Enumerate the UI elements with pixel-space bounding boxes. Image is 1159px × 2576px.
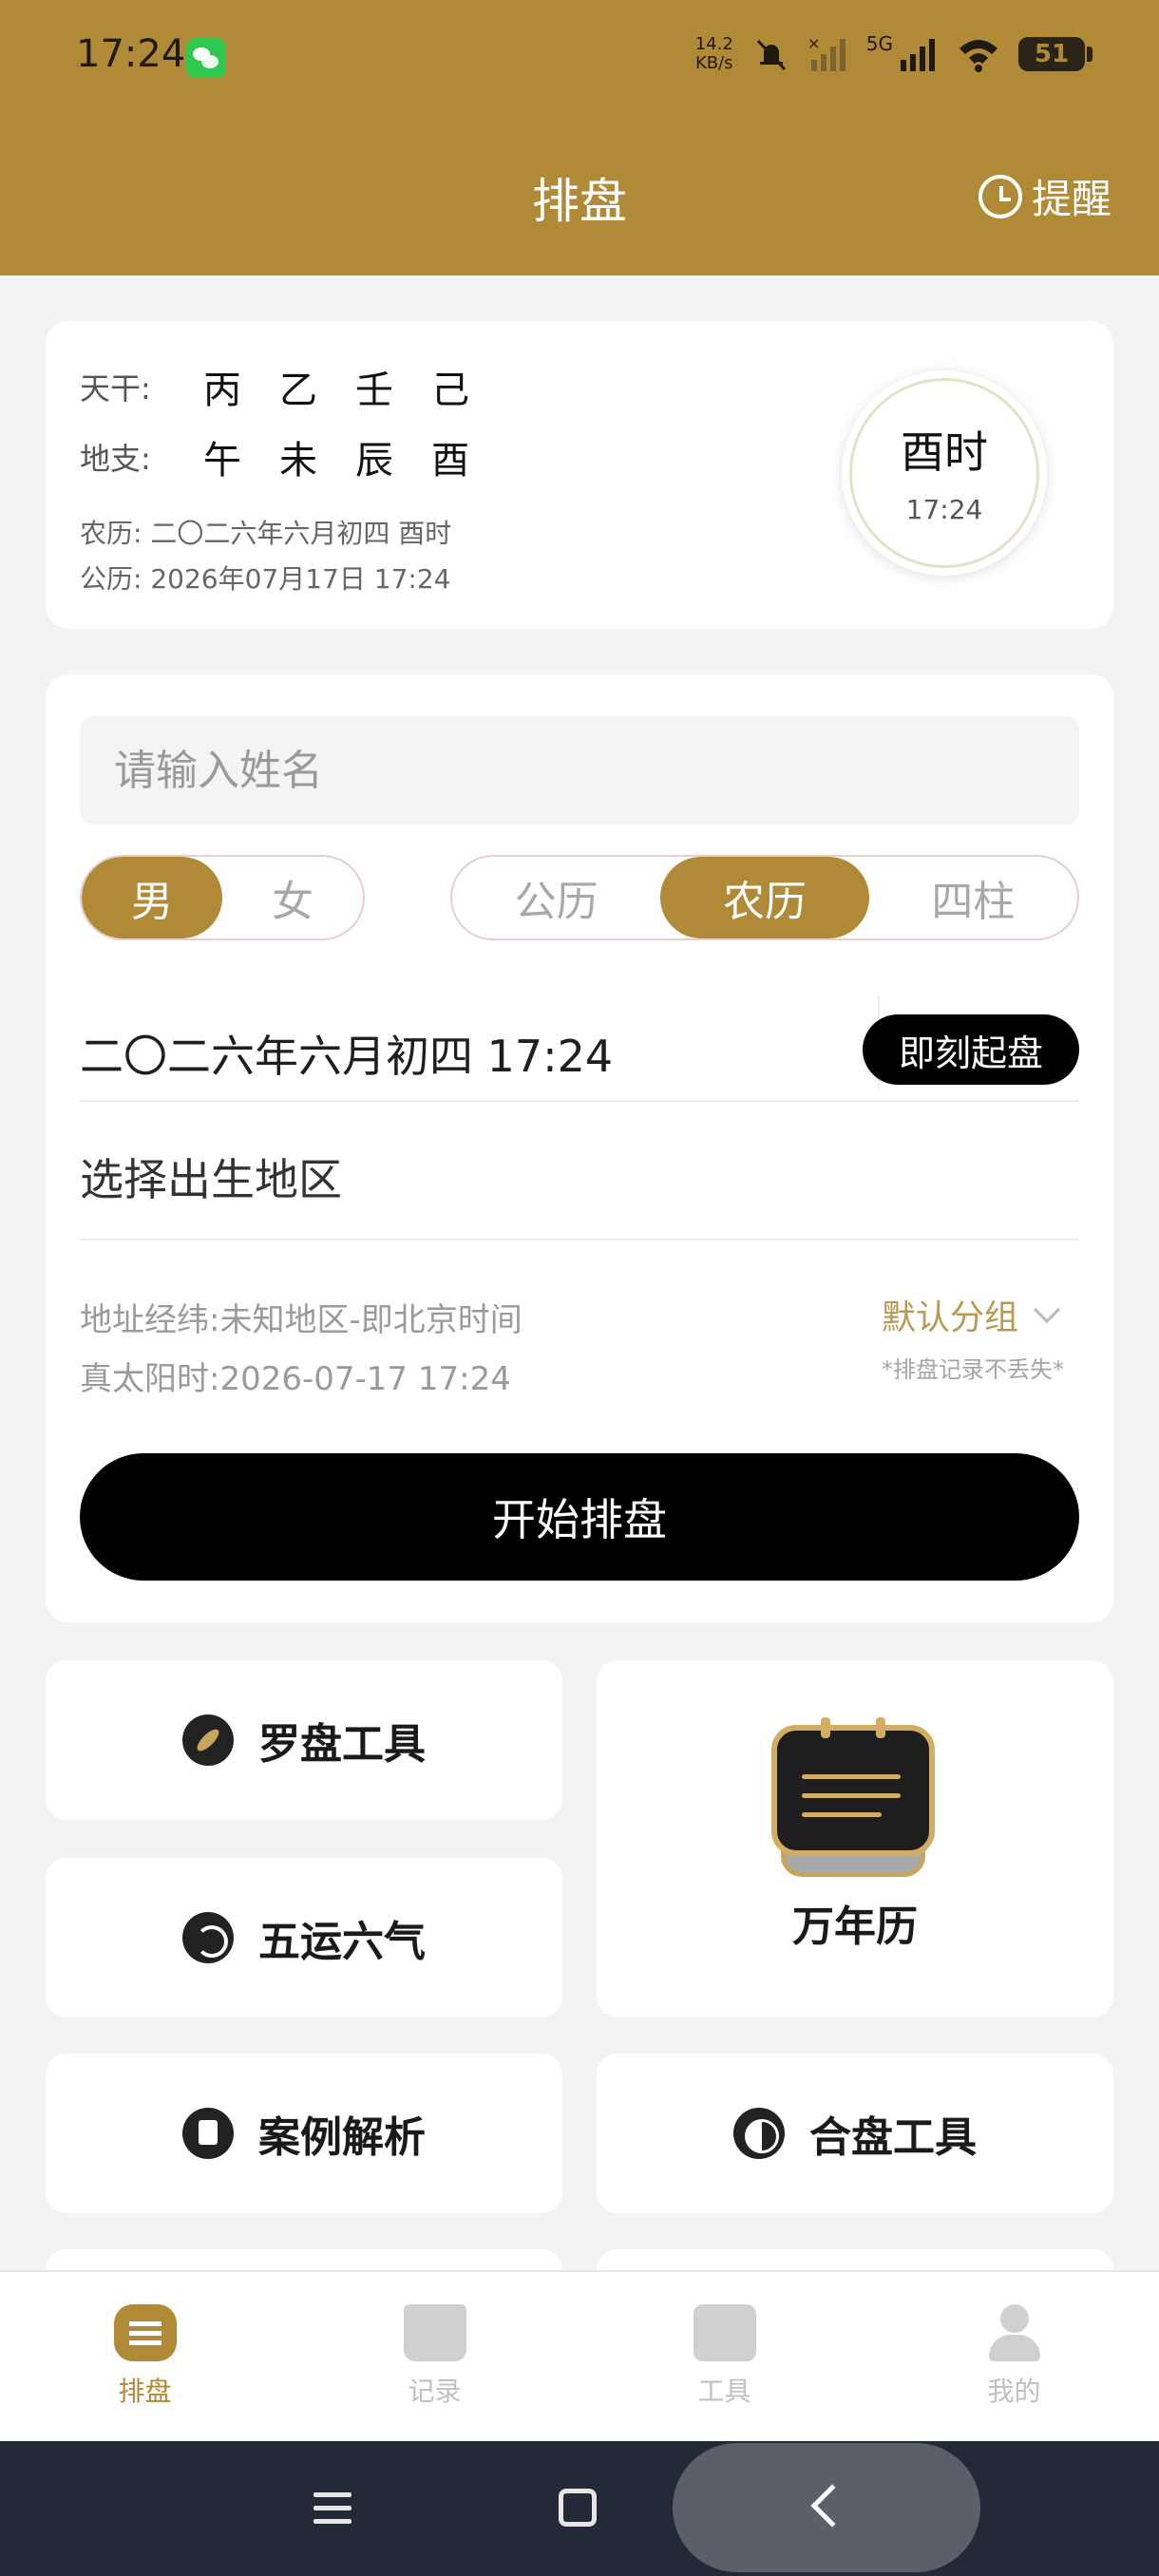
- person-icon: [983, 2304, 1046, 2361]
- gender-toggle: 男 女: [80, 855, 365, 940]
- compass-tool-card[interactable]: 罗盘工具: [46, 1660, 562, 1820]
- app-header: 17:24 14.2 KB/s × 5G 51 排盘 提醒: [0, 0, 1159, 275]
- calendar-type-toggle: 公历 农历 四柱: [450, 855, 1079, 940]
- svg-text:×: ×: [808, 35, 820, 52]
- calendar-lunar-option[interactable]: 农历: [660, 857, 869, 938]
- mute-bell-icon: [756, 39, 786, 71]
- net-speed: 14.2 KB/s: [694, 34, 733, 73]
- case-analysis-card[interactable]: 案例解析: [46, 2054, 562, 2213]
- compatibility-tool-card[interactable]: 合盘工具: [597, 2054, 1113, 2213]
- lunar-date: 农历: 二〇二六年六月初四 酉时: [80, 518, 452, 549]
- swirl-icon: [182, 1912, 234, 1963]
- system-navigation-bar: [0, 2441, 1159, 2576]
- menu-icon[interactable]: [314, 2489, 352, 2527]
- tab-mine[interactable]: 我的: [869, 2272, 1159, 2441]
- network-type: 5G: [865, 32, 893, 55]
- battery-icon: 51: [1018, 37, 1092, 71]
- paipan-icon: [113, 2304, 177, 2361]
- alarm-clock-icon: [978, 174, 1022, 218]
- compass-icon: [182, 1714, 234, 1766]
- wuyun-liuqi-card[interactable]: 五运六气: [46, 1858, 562, 2017]
- back-arrow-icon: [810, 2484, 854, 2528]
- tab-tools[interactable]: 工具: [580, 2272, 869, 2441]
- tiangan-row: 天干: 丙 乙 壬 己: [80, 369, 469, 412]
- group-note: *排盘记录不丢失*: [882, 1356, 1064, 1383]
- birth-date-value: 二〇二六年六月初四 17:24: [80, 1031, 614, 1082]
- birth-region-row[interactable]: 选择出生地区: [80, 1102, 1079, 1241]
- home-icon[interactable]: [559, 2489, 597, 2527]
- tab-paipan[interactable]: 排盘: [0, 2272, 290, 2441]
- birth-date-row[interactable]: 二〇二六年六月初四 17:24 即刻起盘: [80, 995, 1079, 1102]
- clipboard-icon: [182, 2108, 234, 2159]
- now-paipan-button[interactable]: 即刻起盘: [863, 1014, 1079, 1085]
- yinyang-icon: [733, 2108, 785, 2159]
- start-paipan-button[interactable]: 开始排盘: [80, 1453, 1079, 1581]
- calendar-sizhu-option[interactable]: 四柱: [869, 857, 1077, 938]
- calendar-icon: [768, 1717, 939, 1879]
- birth-region-placeholder: 选择出生地区: [80, 1154, 342, 1205]
- chevron-down-icon: [1033, 1296, 1061, 1324]
- back-button[interactable]: [673, 2443, 980, 2572]
- bottom-tab-bar: 排盘 记录 工具 我的: [0, 2270, 1159, 2441]
- bazi-info-card: 天干: 丙 乙 壬 己 地支: 午 未 辰 酉 农历: 二〇二六年六月初四 酉时…: [46, 321, 1113, 629]
- true-solar-time: 真太阳时:2026-07-17 17:24: [80, 1360, 511, 1398]
- signal-sim2-icon: [901, 39, 935, 71]
- tab-records[interactable]: 记录: [290, 2272, 580, 2441]
- paipan-form-card: 男 女 公历 农历 四柱 二〇二六年六月初四 17:24 即刻起盘 选择出生地区…: [46, 674, 1113, 1622]
- name-input[interactable]: [80, 716, 1079, 824]
- wifi-icon: [960, 40, 998, 72]
- gender-male-option[interactable]: 男: [82, 857, 222, 938]
- dizhi-row: 地支: 午 未 辰 酉: [80, 439, 469, 483]
- calendar-solar-option[interactable]: 公历: [452, 857, 660, 938]
- address-coordinates: 地址经纬:未知地区-即北京时间: [80, 1301, 522, 1339]
- toolbox-icon: [693, 2304, 756, 2361]
- wechat-notification-icon: [186, 38, 226, 78]
- shichen-clock: 酉时 17:24: [842, 370, 1047, 576]
- group-select[interactable]: 默认分组: [882, 1290, 1061, 1339]
- remind-button[interactable]: 提醒: [978, 167, 1112, 225]
- signal-sim1-icon: ×: [808, 35, 846, 71]
- status-time: 17:24: [76, 32, 186, 76]
- status-icons: 14.2 KB/s × 5G 51: [694, 30, 1092, 78]
- gender-female-option[interactable]: 女: [222, 857, 363, 938]
- book-icon: [403, 2304, 466, 2361]
- solar-date: 公历: 2026年07月17日 17:24: [80, 563, 451, 595]
